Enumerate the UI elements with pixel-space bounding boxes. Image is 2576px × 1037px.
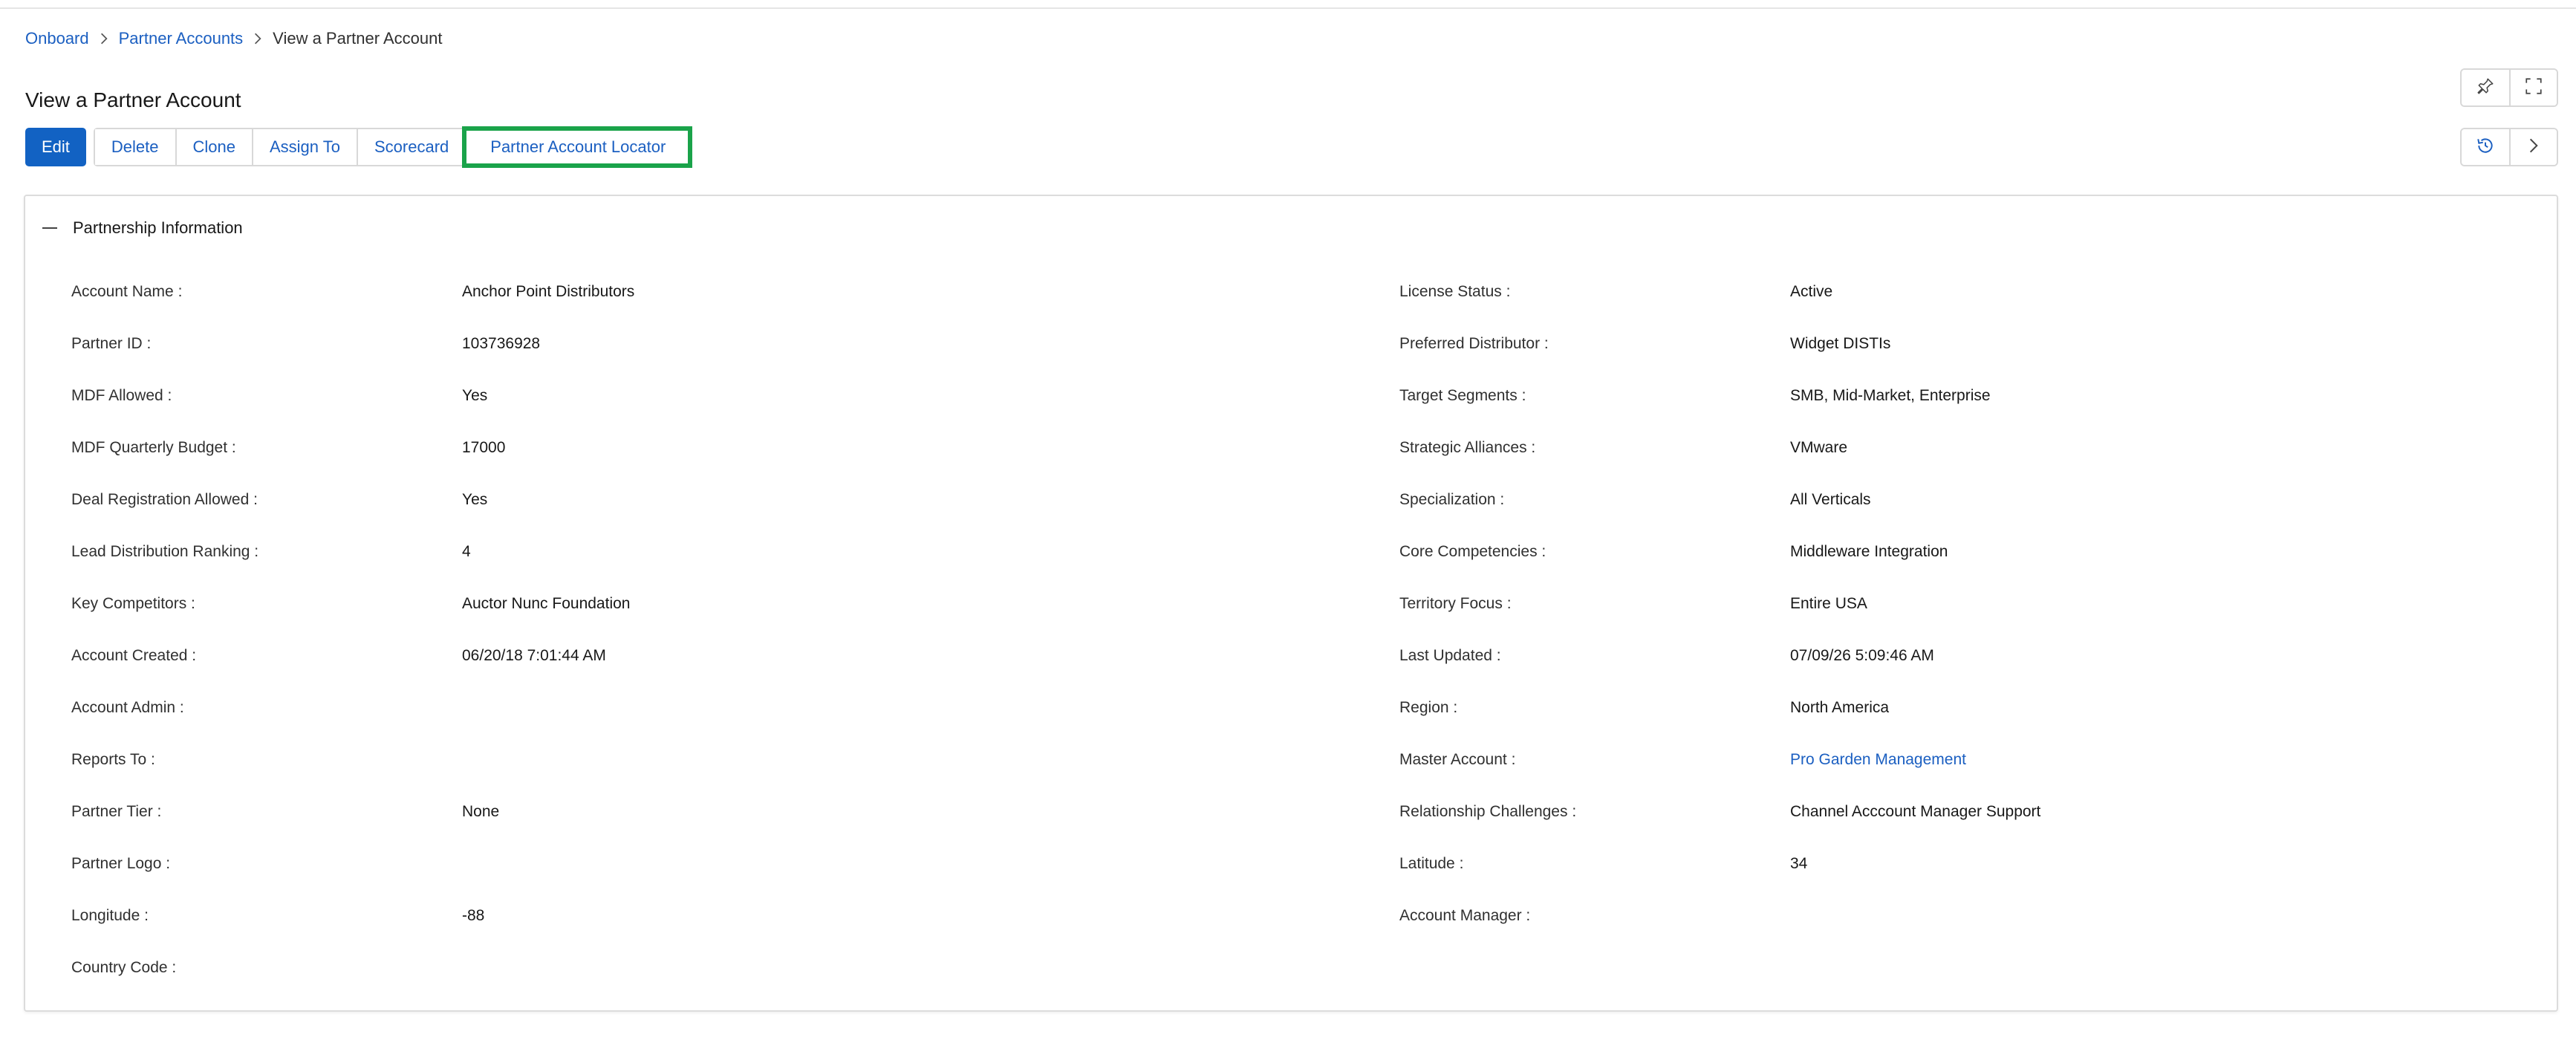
field-value: 06/20/18 7:01:44 AM [462,647,606,664]
field-label: Key Competitors : [71,595,195,612]
minus-icon[interactable] [42,220,58,236]
field-label: Account Created : [71,647,197,664]
field-label: Account Manager : [1399,907,1531,924]
scorecard-button[interactable]: Scorecard [356,129,466,165]
field-value: Yes [462,491,488,508]
field-label: Partner Logo : [71,855,171,872]
clone-button[interactable]: Clone [175,129,252,165]
field-value: All Verticals [1790,491,1871,508]
field-label: License Status : [1399,283,1511,300]
breadcrumb-onboard[interactable]: Onboard [25,27,89,51]
field-label: Reports To : [71,751,155,768]
field-label: Preferred Distributor : [1399,335,1549,352]
field-value: Widget DISTIs [1790,335,1891,352]
field-label: Longitude : [71,907,149,924]
field-label: Target Segments : [1399,387,1526,404]
field-label: Territory Focus : [1399,595,1512,612]
field-value: Auctor Nunc Foundation [462,595,631,612]
field-label: Deal Registration Allowed : [71,491,258,508]
record-controls [2460,128,2558,166]
field-label: Partner Tier : [71,803,162,820]
field-value: VMware [1790,439,1848,456]
action-bar: Edit Delete Clone Assign To Scorecard Pa… [25,126,693,168]
action-button-group: Delete Clone Assign To Scorecard Partner… [93,126,693,168]
field-value: Active [1790,283,1833,300]
history-button[interactable] [2462,129,2509,165]
field-label: Partner ID : [71,335,152,352]
breadcrumb-current: View a Partner Account [273,29,443,48]
section-title: Partnership Information [73,218,243,237]
master-account-link[interactable]: Pro Garden Management [1790,749,1966,771]
section-header[interactable]: Partnership Information [42,218,243,238]
field-label: Specialization : [1399,491,1505,508]
top-edge [0,0,2576,9]
field-value: -88 [462,907,485,924]
field-value: 07/09/26 5:09:46 AM [1790,647,1934,664]
delete-button[interactable]: Delete [94,129,175,165]
fullscreen-icon [2524,77,2543,100]
field-label: Account Name : [71,283,183,300]
field-value: Entire USA [1790,595,1867,612]
field-label: Account Admin : [71,699,184,716]
field-value: 17000 [462,439,506,456]
field-value: Anchor Point Distributors [462,283,635,300]
field-label: Strategic Alliances : [1399,439,1536,456]
field-label: MDF Allowed : [71,387,172,404]
breadcrumb-partner-accounts[interactable]: Partner Accounts [119,27,244,51]
field-label: Country Code : [71,959,177,976]
page-title: View a Partner Account [25,88,241,111]
fullscreen-button[interactable] [2509,70,2557,105]
field-value: Channel Acccount Manager Support [1790,803,2041,820]
next-button[interactable] [2509,129,2557,165]
breadcrumb: Onboard Partner Accounts View a Partner … [25,27,442,51]
field-label: Master Account : [1399,751,1516,768]
field-label: Lead Distribution Ranking : [71,543,259,560]
field-label: Region : [1399,699,1458,716]
field-label: Latitude : [1399,855,1464,872]
field-label: MDF Quarterly Budget : [71,439,236,456]
pin-icon [2476,77,2495,100]
field-value: SMB, Mid-Market, Enterprise [1790,387,1991,404]
field-value: 4 [462,543,471,560]
field-label: Relationship Challenges : [1399,803,1577,820]
history-icon [2476,136,2495,159]
field-value: Yes [462,387,488,404]
field-value: Middleware Integration [1790,543,1948,560]
chevron-right-icon [89,27,119,51]
partner-account-locator-button[interactable]: Partner Account Locator [462,126,693,168]
field-value: None [462,803,500,820]
partnership-information-panel: Partnership Information Account Name : An… [24,195,2558,1012]
pin-button[interactable] [2462,70,2509,105]
field-value: North America [1790,699,1890,716]
assign-to-button[interactable]: Assign To [252,129,357,165]
field-label: Last Updated : [1399,647,1501,664]
field-label: Core Competencies : [1399,543,1546,560]
view-controls [2460,68,2558,107]
field-value: 103736928 [462,335,541,352]
field-value: 34 [1790,855,1808,872]
chevron-right-icon [243,27,273,51]
edit-button[interactable]: Edit [25,128,86,166]
chevron-right-icon [2524,136,2543,159]
